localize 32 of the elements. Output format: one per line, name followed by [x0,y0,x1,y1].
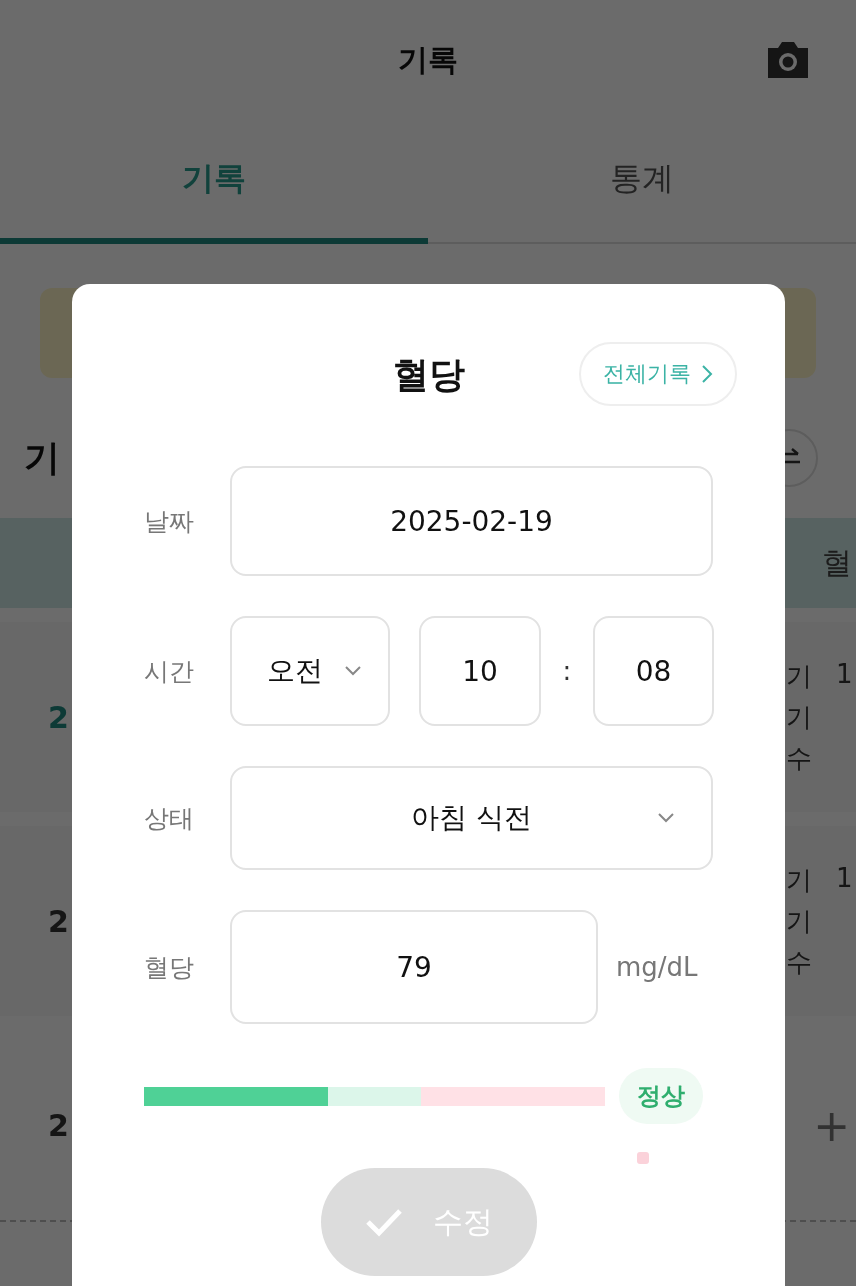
caret-icon [657,812,675,824]
record-label: 기 [786,904,812,938]
record-label: 수 [786,945,812,979]
hour-field[interactable]: 10 [419,616,541,726]
record-value: 1 [836,862,853,895]
date-field[interactable]: 2025-02-19 [230,466,713,576]
page-title: 기록 [398,40,458,79]
check-icon [364,1207,403,1237]
unit-label: mg/dL [616,952,698,982]
record-date: 2 [48,903,69,939]
caret-icon [344,665,362,677]
record-label: 기 [786,659,812,693]
record-date: 2 [48,699,69,735]
time-separator: : [561,656,573,686]
record-label: 기 [786,700,812,734]
record-value: 1 [836,658,853,691]
period-select[interactable]: 오전 [230,616,390,726]
record-date: 2 [48,1107,69,1143]
field-label: 혈당 [144,951,195,984]
record-label: 수 [786,741,812,775]
column-header: 혈 [822,543,852,582]
minute-field[interactable]: 08 [593,616,714,726]
field-label: 시간 [144,655,195,688]
record-label: 기 [786,863,812,897]
section-heading: 기 [24,435,60,480]
field-label: 상태 [144,802,195,835]
dialog-title: 혈당 [392,352,465,397]
status-badge: 정상 [619,1068,703,1124]
glucose-field[interactable]: 79 [230,910,598,1024]
chevron-icon [701,364,713,384]
field-label: 날짜 [144,505,195,538]
state-select[interactable]: 아침 식전 [230,766,713,870]
